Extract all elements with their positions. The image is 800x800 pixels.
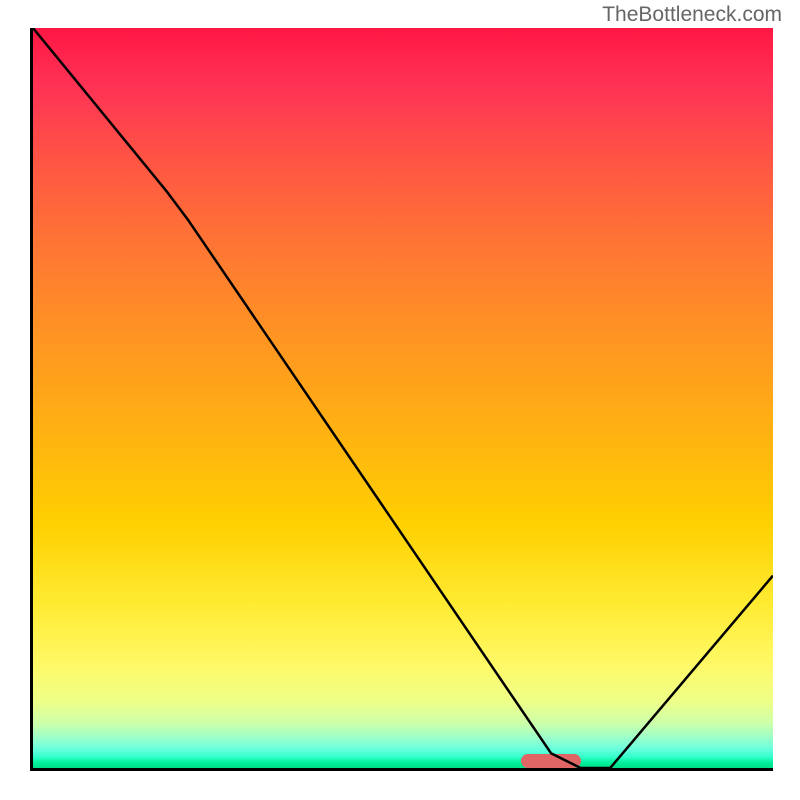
watermark-text: TheBottleneck.com <box>602 3 782 27</box>
chart-background-gradient <box>33 28 773 768</box>
chart-plot-area <box>30 28 773 771</box>
optimal-range-marker <box>521 754 580 768</box>
